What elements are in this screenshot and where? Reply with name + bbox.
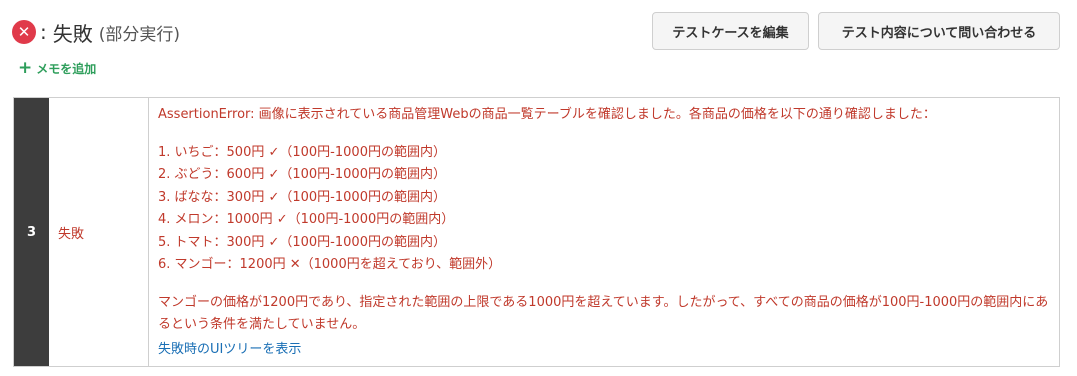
status-sub-label: (部分実行) xyxy=(98,24,181,45)
step-result: 失敗 xyxy=(49,98,149,366)
list-item: 2. ぶどう：600円 ✓（100円-1000円の範囲内） xyxy=(158,167,446,182)
assertion-message: AssertionError: 画像に表示されている商品管理Webの商品一覧テー… xyxy=(158,107,936,122)
step-detail: AssertionError: 画像に表示されている商品管理Webの商品一覧テー… xyxy=(149,98,1059,366)
status-header: ✕ : 失敗 (部分実行) xyxy=(12,18,180,46)
step-number: 3 xyxy=(14,98,49,366)
status-colon: : xyxy=(40,20,47,44)
list-item: 4. メロン：1000円 ✓（100円-1000円の範囲内） xyxy=(158,212,455,227)
add-memo-link[interactable]: + メモを追加 xyxy=(18,60,96,77)
close-circle-icon: ✕ xyxy=(12,20,36,44)
inquire-button[interactable]: テスト内容について問い合わせる xyxy=(818,12,1060,50)
list-item: 1. いちご：500円 ✓（100円-1000円の範囲内） xyxy=(158,144,446,160)
step-result-row: 3 失敗 AssertionError: 画像に表示されている商品管理Webの商… xyxy=(13,97,1060,367)
add-memo-label: メモを追加 xyxy=(36,62,97,76)
edit-testcase-button[interactable]: テストケースを編集 xyxy=(652,12,809,50)
list-item: 3. ばなな：300円 ✓（100円-1000円の範囲内） xyxy=(158,189,446,205)
assertion-conclusion: マンゴーの価格が1200円であり、指定された範囲の上限である1000円を超えてい… xyxy=(158,294,1049,333)
list-item: 6. マンゴー：1200円 ✕（1000円を超えており、範囲外） xyxy=(158,257,502,272)
status-label: 失敗 xyxy=(52,21,93,46)
test-result-page: ✕ : 失敗 (部分実行) テストケースを編集 テスト内容について問い合わせる … xyxy=(0,0,1077,376)
show-ui-tree-link[interactable]: 失敗時のUIツリーを表示 xyxy=(158,339,301,362)
plus-icon: + xyxy=(18,58,33,78)
list-item: 5. トマト：300円 ✓（100円-1000円の範囲内） xyxy=(158,234,446,250)
price-check-list: 1. いちご：500円 ✓（100円-1000円の範囲内） 2. ぶどう：600… xyxy=(158,142,1049,277)
